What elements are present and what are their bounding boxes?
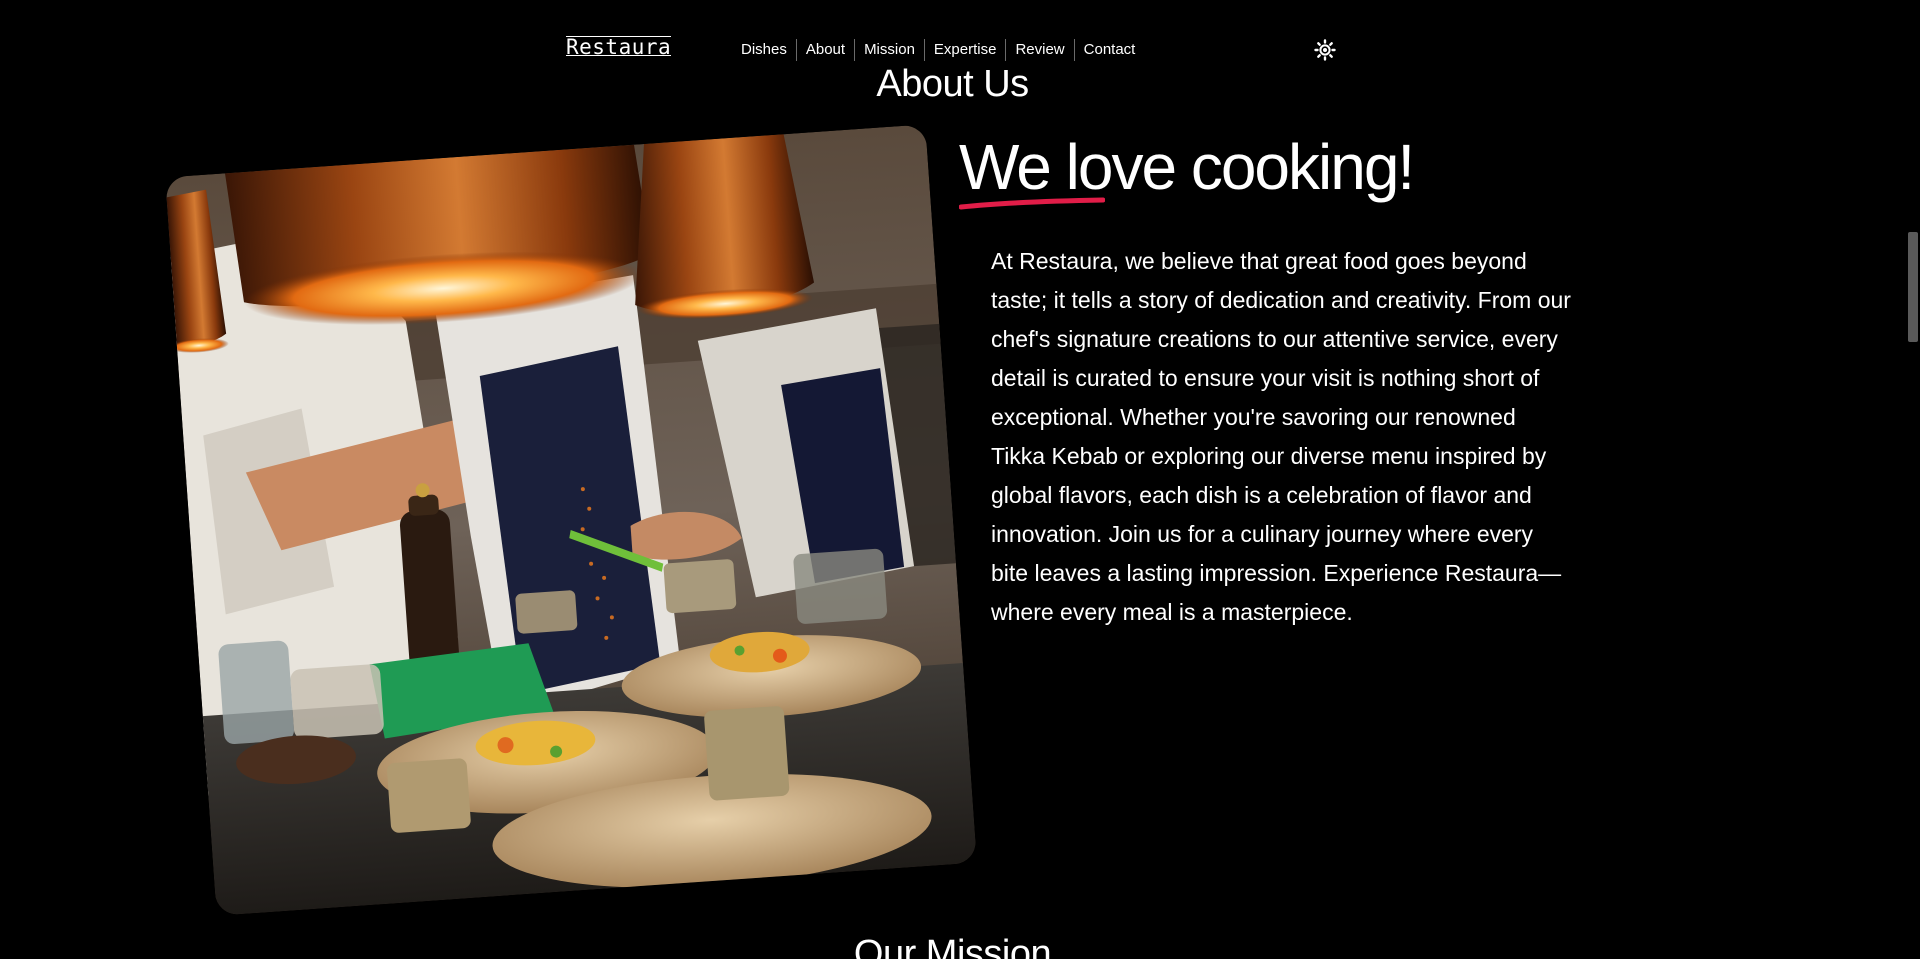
nav-item-contact[interactable]: Contact (1075, 38, 1145, 62)
nav-item-dishes[interactable]: Dishes (732, 38, 796, 62)
nav-item-mission[interactable]: Mission (855, 38, 924, 62)
sun-icon (1314, 39, 1336, 61)
nav-item-about[interactable]: About (797, 38, 854, 62)
theme-toggle-button[interactable] (1313, 38, 1337, 62)
scrollbar-thumb[interactable] (1908, 232, 1918, 342)
kitchen-chefs-photo-icon (165, 124, 977, 916)
navbar: Restaura Dishes About Mission Expertise … (0, 0, 1920, 100)
about-headline: We love cooking! (959, 131, 1415, 203)
kitchen-photo (165, 124, 977, 916)
about-paragraph: At Restaura, we believe that great food … (991, 248, 1571, 625)
nav-links: Dishes About Mission Expertise Review Co… (732, 38, 1144, 62)
page-scrollbar[interactable] (1905, 0, 1920, 959)
nav-item-expertise[interactable]: Expertise (925, 38, 1006, 62)
page: Restaura Dishes About Mission Expertise … (0, 0, 1920, 959)
nav-item-review[interactable]: Review (1006, 38, 1073, 62)
mission-section-title: Our Mission (853, 933, 1052, 959)
brand-logo[interactable]: Restaura (566, 36, 672, 58)
headline-underline (959, 197, 1105, 210)
